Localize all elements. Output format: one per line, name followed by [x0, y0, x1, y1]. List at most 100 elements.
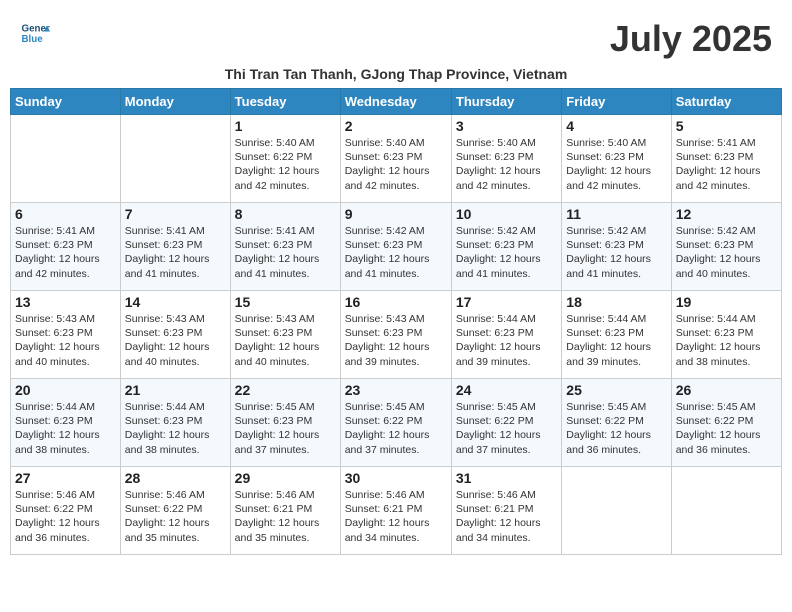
day-info: Sunrise: 5:46 AM Sunset: 6:21 PM Dayligh… — [345, 488, 447, 545]
day-info: Sunrise: 5:45 AM Sunset: 6:22 PM Dayligh… — [345, 400, 447, 457]
day-number: 1 — [235, 118, 336, 134]
day-number: 31 — [456, 470, 557, 486]
day-cell: 5Sunrise: 5:41 AM Sunset: 6:23 PM Daylig… — [671, 115, 781, 203]
day-number: 11 — [566, 206, 666, 222]
day-number: 18 — [566, 294, 666, 310]
day-cell: 28 Sunrise: 5:46 AM Sunset: 6:22 PM Dayli… — [120, 467, 230, 555]
day-cell: 21 Sunrise: 5:44 AM Sunset: 6:23 PM Dayli… — [120, 379, 230, 467]
day-number: 28 — [125, 470, 226, 486]
day-cell: 25Sunrise: 5:45 AM Sunset: 6:22 PM Dayli… — [562, 379, 671, 467]
day-number: 12 — [676, 206, 777, 222]
day-cell: 22 Sunrise: 5:45 AM Sunset: 6:23 PM Dayli… — [230, 379, 340, 467]
day-info: Sunrise: 5:43 AM Sunset: 6:23 PM Dayligh… — [345, 312, 447, 369]
logo: General Blue — [20, 18, 50, 48]
day-cell: 4 Sunrise: 5:40 AM Sunset: 6:23 PM Daylig… — [562, 115, 671, 203]
day-cell: 6Sunrise: 5:41 AM Sunset: 6:23 PM Daylig… — [11, 203, 121, 291]
day-number: 22 — [235, 382, 336, 398]
day-info: Sunrise: 5:45 AM Sunset: 6:22 PM Dayligh… — [566, 400, 666, 457]
header: General Blue July 2025 — [10, 10, 782, 64]
day-number: 23 — [345, 382, 447, 398]
day-info: Sunrise: 5:42 AM Sunset: 6:23 PM Dayligh… — [566, 224, 666, 281]
day-info: Sunrise: 5:42 AM Sunset: 6:23 PM Dayligh… — [456, 224, 557, 281]
day-cell: 27 Sunrise: 5:46 AM Sunset: 6:22 PM Dayli… — [11, 467, 121, 555]
day-number: 26 — [676, 382, 777, 398]
week-row-4: 20 Sunrise: 5:44 AM Sunset: 6:23 PM Dayli… — [11, 379, 782, 467]
day-number: 16 — [345, 294, 447, 310]
day-cell: 29 Sunrise: 5:46 AM Sunset: 6:21 PM Dayli… — [230, 467, 340, 555]
day-info: Sunrise: 5:43 AM Sunset: 6:23 PM Dayligh… — [15, 312, 116, 369]
day-info: Sunrise: 5:46 AM Sunset: 6:21 PM Dayligh… — [456, 488, 557, 545]
day-cell: 13 Sunrise: 5:43 AM Sunset: 6:23 PM Dayli… — [11, 291, 121, 379]
day-info: Sunrise: 5:44 AM Sunset: 6:23 PM Dayligh… — [566, 312, 666, 369]
day-info: Sunrise: 5:46 AM Sunset: 6:22 PM Dayligh… — [15, 488, 116, 545]
day-cell: 7Sunrise: 5:41 AM Sunset: 6:23 PM Daylig… — [120, 203, 230, 291]
header-cell-sunday: Sunday — [11, 89, 121, 115]
day-number: 9 — [345, 206, 447, 222]
day-cell: 2 Sunrise: 5:40 AM Sunset: 6:23 PM Daylig… — [340, 115, 451, 203]
logo-icon: General Blue — [20, 18, 50, 48]
calendar-body: 1 Sunrise: 5:40 AM Sunset: 6:22 PM Daylig… — [11, 115, 782, 555]
day-info: Sunrise: 5:44 AM Sunset: 6:23 PM Dayligh… — [15, 400, 116, 457]
day-info: Sunrise: 5:40 AM Sunset: 6:23 PM Dayligh… — [566, 136, 666, 193]
day-info: Sunrise: 5:40 AM Sunset: 6:23 PM Dayligh… — [345, 136, 447, 193]
day-number: 29 — [235, 470, 336, 486]
day-number: 13 — [15, 294, 116, 310]
day-cell: 14Sunrise: 5:43 AM Sunset: 6:23 PM Dayli… — [120, 291, 230, 379]
day-cell: 24 Sunrise: 5:45 AM Sunset: 6:22 PM Dayli… — [451, 379, 561, 467]
day-number: 4 — [566, 118, 666, 134]
week-row-3: 13 Sunrise: 5:43 AM Sunset: 6:23 PM Dayli… — [11, 291, 782, 379]
week-row-2: 6Sunrise: 5:41 AM Sunset: 6:23 PM Daylig… — [11, 203, 782, 291]
day-cell: 3Sunrise: 5:40 AM Sunset: 6:23 PM Daylig… — [451, 115, 561, 203]
day-number: 21 — [125, 382, 226, 398]
day-cell: 19 Sunrise: 5:44 AM Sunset: 6:23 PM Dayli… — [671, 291, 781, 379]
day-info: Sunrise: 5:44 AM Sunset: 6:23 PM Dayligh… — [676, 312, 777, 369]
day-info: Sunrise: 5:45 AM Sunset: 6:22 PM Dayligh… — [456, 400, 557, 457]
day-cell: 15 Sunrise: 5:43 AM Sunset: 6:23 PM Dayli… — [230, 291, 340, 379]
day-number: 20 — [15, 382, 116, 398]
calendar-header-row: SundayMondayTuesdayWednesdayThursdayFrid… — [11, 89, 782, 115]
day-cell: 1 Sunrise: 5:40 AM Sunset: 6:22 PM Daylig… — [230, 115, 340, 203]
day-cell: 11 Sunrise: 5:42 AM Sunset: 6:23 PM Dayli… — [562, 203, 671, 291]
day-info: Sunrise: 5:46 AM Sunset: 6:21 PM Dayligh… — [235, 488, 336, 545]
day-cell: 20 Sunrise: 5:44 AM Sunset: 6:23 PM Dayli… — [11, 379, 121, 467]
day-info: Sunrise: 5:40 AM Sunset: 6:22 PM Dayligh… — [235, 136, 336, 193]
day-number: 15 — [235, 294, 336, 310]
day-info: Sunrise: 5:40 AM Sunset: 6:23 PM Dayligh… — [456, 136, 557, 193]
day-info: Sunrise: 5:41 AM Sunset: 6:23 PM Dayligh… — [676, 136, 777, 193]
header-cell-monday: Monday — [120, 89, 230, 115]
subtitle: Thi Tran Tan Thanh, GJong Thap Province,… — [10, 66, 782, 82]
day-cell — [11, 115, 121, 203]
day-cell: 12 Sunrise: 5:42 AM Sunset: 6:23 PM Dayli… — [671, 203, 781, 291]
day-info: Sunrise: 5:45 AM Sunset: 6:23 PM Dayligh… — [235, 400, 336, 457]
day-cell: 8 Sunrise: 5:41 AM Sunset: 6:23 PM Daylig… — [230, 203, 340, 291]
calendar-table: SundayMondayTuesdayWednesdayThursdayFrid… — [10, 88, 782, 555]
day-info: Sunrise: 5:43 AM Sunset: 6:23 PM Dayligh… — [235, 312, 336, 369]
week-row-5: 27 Sunrise: 5:46 AM Sunset: 6:22 PM Dayli… — [11, 467, 782, 555]
day-number: 10 — [456, 206, 557, 222]
day-number: 14 — [125, 294, 226, 310]
day-cell: 17Sunrise: 5:44 AM Sunset: 6:23 PM Dayli… — [451, 291, 561, 379]
day-number: 7 — [125, 206, 226, 222]
day-cell: 23 Sunrise: 5:45 AM Sunset: 6:22 PM Dayli… — [340, 379, 451, 467]
week-row-1: 1 Sunrise: 5:40 AM Sunset: 6:22 PM Daylig… — [11, 115, 782, 203]
day-cell — [120, 115, 230, 203]
header-cell-thursday: Thursday — [451, 89, 561, 115]
day-info: Sunrise: 5:42 AM Sunset: 6:23 PM Dayligh… — [345, 224, 447, 281]
day-info: Sunrise: 5:44 AM Sunset: 6:23 PM Dayligh… — [125, 400, 226, 457]
day-number: 24 — [456, 382, 557, 398]
day-number: 2 — [345, 118, 447, 134]
header-cell-tuesday: Tuesday — [230, 89, 340, 115]
day-info: Sunrise: 5:41 AM Sunset: 6:23 PM Dayligh… — [235, 224, 336, 281]
day-info: Sunrise: 5:46 AM Sunset: 6:22 PM Dayligh… — [125, 488, 226, 545]
day-cell — [671, 467, 781, 555]
day-info: Sunrise: 5:44 AM Sunset: 6:23 PM Dayligh… — [456, 312, 557, 369]
day-cell: 31 Sunrise: 5:46 AM Sunset: 6:21 PM Dayli… — [451, 467, 561, 555]
svg-text:Blue: Blue — [22, 34, 44, 45]
day-info: Sunrise: 5:41 AM Sunset: 6:23 PM Dayligh… — [15, 224, 116, 281]
day-number: 27 — [15, 470, 116, 486]
day-cell — [562, 467, 671, 555]
day-number: 8 — [235, 206, 336, 222]
day-number: 19 — [676, 294, 777, 310]
day-info: Sunrise: 5:42 AM Sunset: 6:23 PM Dayligh… — [676, 224, 777, 281]
day-number: 30 — [345, 470, 447, 486]
